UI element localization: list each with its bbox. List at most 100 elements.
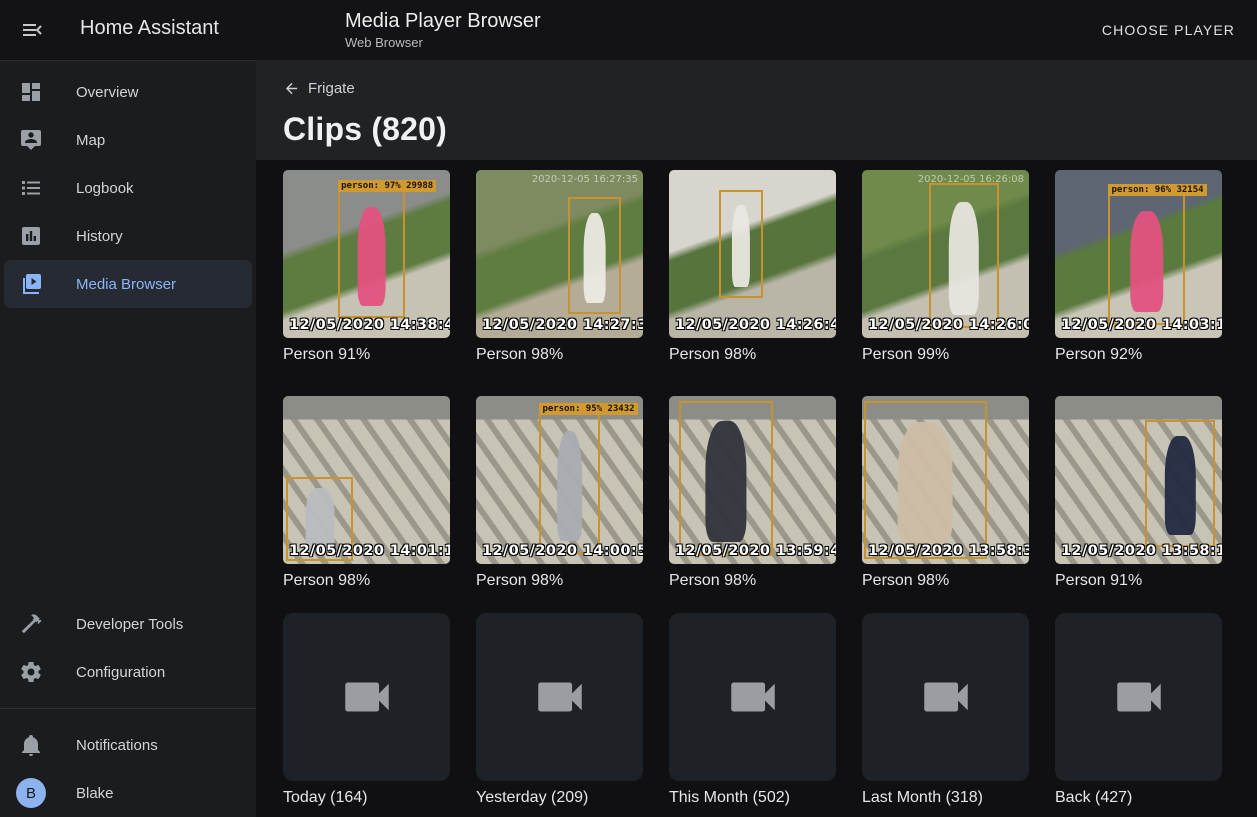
app-header: Home Assistant Media Player Browser Web … xyxy=(0,0,1257,60)
person-figure xyxy=(1130,211,1163,313)
detection-bounding-box xyxy=(568,197,621,315)
clip-caption: Person 98% xyxy=(669,346,836,366)
arrow-left-icon xyxy=(283,80,300,97)
video-icon xyxy=(531,668,589,726)
clip-grid: person: 97% 2998812/05/2020 14:38:47Pers… xyxy=(283,170,1257,592)
clip-caption: Person 98% xyxy=(669,572,836,592)
clip-timestamp: 12/05/2020 14:38:47 xyxy=(289,317,450,333)
media-browser-icon xyxy=(19,272,43,296)
person-figure xyxy=(583,213,606,304)
menu-open-icon xyxy=(20,18,44,42)
sidebar-item-label: Developer Tools xyxy=(76,616,183,633)
sidebar-item-label: Notifications xyxy=(76,737,158,754)
folder-caption: Back (427) xyxy=(1055,789,1222,809)
sidebar-item-notifications[interactable]: Notifications xyxy=(4,721,252,769)
dashboard-icon xyxy=(19,80,43,104)
choose-player-button[interactable]: CHOOSE PLAYER xyxy=(1090,14,1247,46)
home-assistant-app: Home Assistant Media Player Browser Web … xyxy=(0,0,1257,817)
hammer-icon xyxy=(19,612,43,636)
folder-caption: Yesterday (209) xyxy=(476,789,643,809)
detection-bounding-box: person: 97% 29988 xyxy=(338,190,405,318)
detection-bounding-box xyxy=(929,183,999,327)
bell-icon xyxy=(19,733,43,757)
map-account-icon xyxy=(19,128,43,152)
page-title-block: Media Player Browser Web Browser xyxy=(345,9,541,50)
person-figure xyxy=(357,207,386,306)
clip-timestamp: 12/05/2020 14:26:48 xyxy=(675,317,836,333)
folder-caption: Today (164) xyxy=(283,789,450,809)
clip-tile[interactable]: 2020-12-05 16:27:3512/05/2020 14:27:35Pe… xyxy=(476,170,643,366)
person-figure xyxy=(732,205,750,288)
clip-tile[interactable]: 12/05/2020 14:01:14 Person 98% xyxy=(283,396,450,592)
clip-caption: Person 98% xyxy=(283,572,450,592)
bell-icon xyxy=(19,733,43,757)
clip-timestamp: 12/05/2020 13:58:17 xyxy=(1061,543,1222,559)
camera-osd-timestamp: 2020-12-05 16:27:35 xyxy=(532,174,638,185)
history-chart-icon xyxy=(19,224,43,248)
folder-thumbnail xyxy=(669,613,836,781)
media-browser-icon xyxy=(19,272,43,296)
folder-tile[interactable]: This Month (502) xyxy=(669,613,836,809)
clip-tile[interactable]: 2020-12-05 16:26:0812/05/2020 14:26:07Pe… xyxy=(862,170,1029,366)
detection-label: person: 97% 29988 xyxy=(338,180,436,192)
menu-open-button[interactable] xyxy=(20,18,44,42)
page-title: Media Player Browser xyxy=(345,9,541,33)
sidebar-item-developer-tools[interactable]: Developer Tools xyxy=(4,600,252,648)
clip-timestamp: 12/05/2020 14:27:35 xyxy=(482,317,643,333)
clip-thumbnail: 12/05/2020 14:01:14 xyxy=(283,396,450,564)
sidebar-item-history[interactable]: History xyxy=(4,212,252,260)
detection-bounding-box xyxy=(679,401,773,556)
folder-thumbnail xyxy=(1055,613,1222,781)
sidebar: OverviewMap Logbook HistoryMedia Browser D… xyxy=(0,60,256,817)
folder-tile[interactable]: Today (164) xyxy=(283,613,450,809)
gear-icon xyxy=(19,660,43,684)
clip-tile[interactable]: 12/05/2020 13:58:17 Person 91% xyxy=(1055,396,1222,592)
profile-name: Blake xyxy=(76,785,114,802)
clip-tile[interactable]: 12/05/2020 14:26:48 Person 98% xyxy=(669,170,836,366)
sidebar-item-overview[interactable]: Overview xyxy=(4,68,252,116)
clip-timestamp: 12/05/2020 14:01:14 xyxy=(289,543,450,559)
clip-tile[interactable]: person: 95% 2343212/05/2020 14:00:52Pers… xyxy=(476,396,643,592)
person-figure xyxy=(557,431,583,541)
sidebar-item-label: Configuration xyxy=(76,664,165,681)
clip-caption: Person 98% xyxy=(476,572,643,592)
folder-thumbnail xyxy=(476,613,643,781)
sidebar-item-map[interactable]: Map xyxy=(4,116,252,164)
folder-tile[interactable]: Last Month (318) xyxy=(862,613,1029,809)
history-chart-icon xyxy=(19,224,43,248)
detection-label: person: 95% 23432 xyxy=(539,403,637,415)
video-icon xyxy=(724,668,782,726)
person-figure xyxy=(1165,436,1195,535)
sidebar-bottom-items: Notifications xyxy=(0,721,256,769)
sidebar-item-configuration[interactable]: Configuration xyxy=(4,648,252,696)
dashboard-icon xyxy=(19,80,43,104)
clip-caption: Person 91% xyxy=(1055,572,1222,592)
folder-tile[interactable]: Back (427) xyxy=(1055,613,1222,809)
clip-caption: Person 98% xyxy=(862,572,1029,592)
folder-caption: This Month (502) xyxy=(669,789,836,809)
clip-tile[interactable]: person: 96% 3215412/05/2020 14:03:17Pers… xyxy=(1055,170,1222,366)
detection-bounding-box: person: 95% 23432 xyxy=(539,413,599,554)
detection-bounding-box xyxy=(864,401,988,559)
main-content: Frigate Clips (820) person: 97% 2998812/… xyxy=(256,60,1257,817)
clip-caption: Person 91% xyxy=(283,346,450,366)
folder-grid: Today (164) Yesterday (209) This Month (50… xyxy=(283,613,1257,809)
sidebar-item-profile[interactable]: BBlake xyxy=(4,769,252,817)
media-scroll-area[interactable]: person: 97% 2998812/05/2020 14:38:47Pers… xyxy=(256,160,1257,817)
page-heading: Clips (820) xyxy=(283,111,1257,148)
folder-tile[interactable]: Yesterday (209) xyxy=(476,613,643,809)
detection-bounding-box xyxy=(719,190,762,298)
clip-tile[interactable]: 12/05/2020 13:59:49 Person 98% xyxy=(669,396,836,592)
video-icon xyxy=(1110,668,1168,726)
sidebar-item-label: Logbook xyxy=(76,180,134,197)
sidebar-item-logbook[interactable]: Logbook xyxy=(4,164,252,212)
clip-tile[interactable]: 12/05/2020 13:58:30 Person 98% xyxy=(862,396,1029,592)
camera-osd-timestamp: 2020-12-05 16:26:08 xyxy=(918,174,1024,185)
person-figure xyxy=(898,422,953,545)
clip-timestamp: 12/05/2020 13:58:30 xyxy=(868,543,1029,559)
clip-timestamp: 12/05/2020 13:59:49 xyxy=(675,543,836,559)
sidebar-item-media-browser[interactable]: Media Browser xyxy=(4,260,252,308)
clip-tile[interactable]: person: 97% 2998812/05/2020 14:38:47Pers… xyxy=(283,170,450,366)
clip-thumbnail: 12/05/2020 13:59:49 xyxy=(669,396,836,564)
breadcrumb[interactable]: Frigate xyxy=(283,80,355,97)
